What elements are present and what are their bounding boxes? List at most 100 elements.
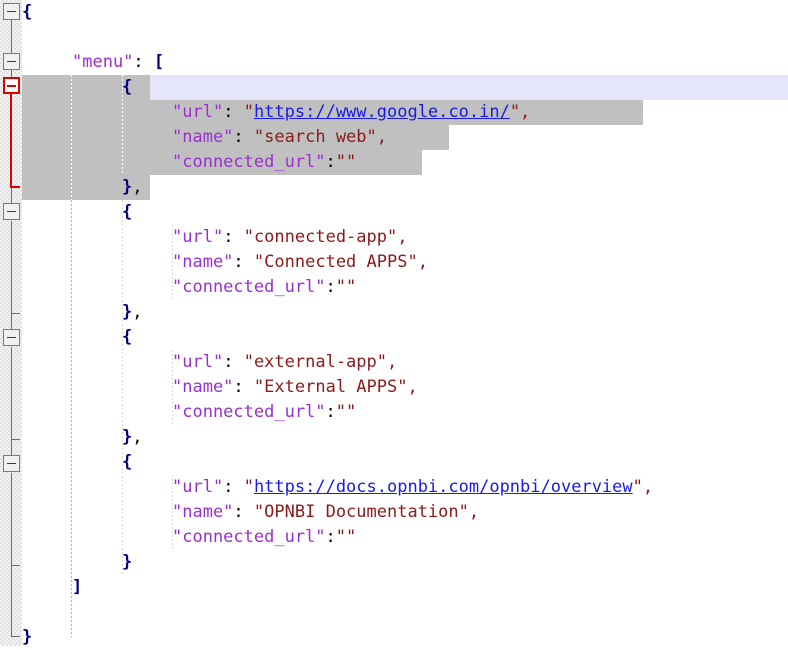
fold-tree-end-item2 — [11, 313, 20, 314]
code-line-object-close: }, — [122, 300, 143, 325]
brace-token: } — [122, 427, 133, 447]
code-line-connected-url: "connected_url":"" — [172, 525, 356, 550]
code-line-root-open: { — [22, 0, 32, 25]
code-line-menu-key: "menu": [ — [72, 50, 164, 75]
code-line-url: "url": "https://docs.opnbi.com/opnbi/ove… — [172, 475, 653, 500]
fold-tree-end-root — [11, 636, 20, 637]
json-string-value: external-app — [253, 352, 377, 372]
json-string-value: search web — [264, 127, 367, 147]
indent-guide — [122, 200, 123, 575]
colon-token: : — [325, 402, 336, 422]
quote-close: ", — [376, 352, 398, 372]
brace-token: { — [122, 202, 133, 222]
indent-guide — [71, 75, 72, 200]
fold-toggle-item-4[interactable] — [3, 455, 20, 472]
quote-close: ", — [632, 477, 654, 497]
colon-token: : — [233, 252, 244, 272]
json-key-url: "url" — [172, 227, 224, 247]
json-key-connected-url: "connected_url" — [172, 152, 326, 172]
code-line-object-close: }, — [122, 425, 143, 450]
json-key-url: "url" — [172, 102, 224, 122]
quote-open: " — [243, 227, 254, 247]
fold-toggle-item-1[interactable] — [3, 77, 20, 94]
json-empty-string: "" — [335, 527, 357, 547]
quote-open: " — [253, 377, 265, 397]
json-string-value: connected-app — [253, 227, 387, 247]
json-string-value: OPNBI Documentation — [264, 502, 459, 522]
fold-toggle-item-2[interactable] — [3, 203, 20, 220]
colon-token: : — [223, 102, 234, 122]
bracket-token: ] — [72, 577, 83, 597]
comma-token: , — [132, 177, 143, 197]
colon-token: : — [233, 377, 244, 397]
fold-toggle-root[interactable] — [3, 3, 20, 20]
colon-token: : — [233, 502, 244, 522]
json-empty-string: "" — [335, 402, 357, 422]
code-line-array-close: ] — [72, 575, 82, 600]
array-open-token: [ — [153, 52, 165, 72]
code-line-url: "url": "https://www.google.co.in/", — [172, 100, 530, 125]
colon-token: : — [223, 227, 234, 247]
code-line-url: "url": "external-app", — [172, 350, 397, 375]
fold-tree-line-item2 — [11, 221, 12, 321]
json-key-name: "name" — [172, 502, 234, 522]
json-key-menu: "menu" — [72, 52, 134, 72]
comma-token: , — [132, 427, 143, 447]
quote-close: ", — [458, 502, 480, 522]
code-line-root-close: } — [22, 625, 32, 650]
fold-tree-end-active — [11, 186, 20, 188]
code-line-name: "name": "OPNBI Documentation", — [172, 500, 479, 525]
brace-token: { — [122, 327, 133, 347]
json-empty-string: "" — [335, 152, 357, 172]
brace-token: { — [22, 2, 33, 22]
json-string-value: Connected APPS — [264, 252, 408, 272]
quote-close: ", — [366, 127, 388, 147]
fold-tree-line-gap-b — [11, 188, 12, 204]
fold-toggle-menu[interactable] — [3, 53, 20, 70]
json-key-connected-url: "connected_url" — [172, 402, 326, 422]
code-text-area[interactable]: { "menu": [ { "url": "https://www.google… — [22, 0, 788, 647]
code-line-object-open: { — [122, 325, 132, 350]
quote-close: ", — [397, 377, 418, 397]
minus-icon — [7, 61, 16, 62]
quote-open: " — [243, 477, 254, 497]
json-key-url: "url" — [172, 477, 224, 497]
json-key-name: "name" — [172, 252, 234, 272]
code-folding-gutter[interactable] — [0, 0, 22, 646]
url-link[interactable]: https://docs.opnbi.com/opnbi/overview — [254, 477, 633, 497]
colon-token: : — [325, 527, 336, 547]
json-key-name: "name" — [172, 127, 234, 147]
json-key-url: "url" — [172, 352, 224, 372]
fold-tree-line-root-lower — [11, 565, 12, 637]
minus-icon — [7, 11, 16, 12]
quote-open: " — [253, 502, 265, 522]
minus-icon — [7, 463, 16, 464]
quote-close: ", — [509, 102, 531, 122]
quote-open: " — [253, 252, 265, 272]
colon-token: : — [233, 127, 244, 147]
json-code-editor[interactable]: { "menu": [ { "url": "https://www.google… — [0, 0, 788, 647]
quote-open: " — [243, 352, 254, 372]
url-link[interactable]: https://www.google.co.in/ — [254, 102, 510, 122]
code-line-object-open: { — [122, 75, 132, 100]
json-key-connected-url: "connected_url" — [172, 527, 326, 547]
code-line-object-close-last: } — [122, 550, 132, 575]
quote-open: " — [243, 102, 254, 122]
colon-token: : — [325, 152, 336, 172]
fold-tree-line-item3 — [11, 347, 12, 447]
colon-token: : — [133, 52, 144, 72]
json-string-value: External APPS — [264, 377, 398, 397]
comma-token: , — [132, 302, 143, 322]
code-line-connected-url: "connected_url":"" — [172, 150, 356, 175]
brace-token: } — [122, 177, 133, 197]
brace-token: } — [22, 627, 33, 647]
brace-token: { — [122, 452, 133, 472]
fold-tree-end-item4 — [11, 565, 20, 566]
fold-toggle-item-3[interactable] — [3, 329, 20, 346]
colon-token: : — [325, 277, 336, 297]
json-key-name: "name" — [172, 377, 234, 397]
fold-tree-line-item4 — [11, 473, 12, 573]
json-empty-string: "" — [335, 277, 357, 297]
code-line-connected-url: "connected_url":"" — [172, 400, 356, 425]
code-line-name: "name": "External APPS", — [172, 375, 418, 400]
